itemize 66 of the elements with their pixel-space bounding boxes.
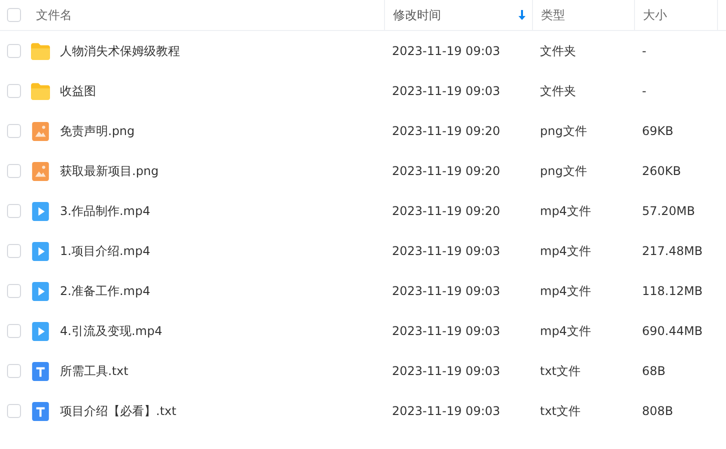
type-cell-text: mp4文件	[539, 322, 591, 340]
date-cell-text: 2023-11-19 09:03	[391, 364, 500, 378]
checkbox[interactable]	[7, 204, 21, 218]
play-icon	[30, 320, 51, 342]
file-name[interactable]: 人物消失术保姆级教程	[60, 42, 180, 60]
type-cell-text: mp4文件	[539, 242, 591, 260]
date-cell-text: 2023-11-19 09:03	[391, 44, 500, 58]
checkbox[interactable]	[7, 324, 21, 338]
size-cell-text: 118.12MB	[641, 284, 703, 298]
type-cell-text: 文件夹	[539, 82, 576, 100]
date-cell-text: 2023-11-19 09:03	[391, 284, 500, 298]
checkbox[interactable]	[7, 8, 21, 22]
file-name[interactable]: 2.准备工作.mp4	[60, 282, 150, 300]
type-cell-text: png文件	[539, 162, 587, 180]
text-file-icon	[30, 360, 51, 382]
size-cell-text: 217.48MB	[641, 244, 703, 258]
checkbox[interactable]	[7, 124, 21, 138]
size-cell-text: 808B	[641, 404, 674, 418]
date-cell-text: 2023-11-19 09:03	[391, 84, 500, 98]
image-icon	[30, 160, 51, 182]
size-cell-text: 68B	[641, 364, 666, 378]
checkbox[interactable]	[7, 364, 21, 378]
sort-arrow-icon[interactable]	[518, 10, 526, 20]
file-name[interactable]: 所需工具.txt	[60, 362, 128, 380]
file-name[interactable]: 3.作品制作.mp4	[60, 202, 150, 220]
file-name[interactable]: 项目介绍【必看】.txt	[60, 402, 176, 420]
date-cell-text: 2023-11-19 09:03	[391, 324, 500, 338]
file-name[interactable]: 收益图	[60, 82, 96, 100]
play-icon	[30, 280, 51, 302]
image-icon	[30, 120, 51, 142]
file-name[interactable]: 4.引流及变现.mp4	[60, 322, 162, 340]
checkbox[interactable]	[7, 44, 21, 58]
date-cell-text: 2023-11-19 09:20	[391, 204, 500, 218]
file-name[interactable]: 获取最新项目.png	[60, 162, 159, 180]
play-icon	[30, 200, 51, 222]
type-cell-text: mp4文件	[539, 202, 591, 220]
column-header[interactable]: 类型	[541, 6, 565, 24]
folder-icon	[30, 40, 51, 62]
column-header[interactable]: 文件名	[36, 6, 72, 24]
size-cell-text: 69KB	[641, 124, 674, 138]
checkbox[interactable]	[7, 404, 21, 418]
type-cell-text: txt文件	[539, 402, 581, 420]
date-cell-text: 2023-11-19 09:03	[391, 244, 500, 258]
checkbox[interactable]	[7, 164, 21, 178]
file-name[interactable]: 1.项目介绍.mp4	[60, 242, 150, 260]
date-cell-text: 2023-11-19 09:20	[391, 124, 500, 138]
type-cell-text: mp4文件	[539, 282, 591, 300]
file-name[interactable]: 免责声明.png	[60, 122, 135, 140]
checkbox[interactable]	[7, 84, 21, 98]
size-cell-text: 260KB	[641, 164, 682, 178]
date-cell-text: 2023-11-19 09:03	[391, 404, 500, 418]
type-cell-text: txt文件	[539, 362, 581, 380]
date-cell-text: 2023-11-19 09:20	[391, 164, 500, 178]
size-cell-text: -	[641, 84, 646, 98]
checkbox[interactable]	[7, 284, 21, 298]
column-header[interactable]: 大小	[643, 6, 667, 24]
type-cell-text: 文件夹	[539, 42, 576, 60]
column-header[interactable]: 修改时间	[393, 6, 441, 24]
size-cell-text: -	[641, 44, 646, 58]
text-file-icon	[30, 400, 51, 422]
size-cell-text: 690.44MB	[641, 324, 703, 338]
type-cell-text: png文件	[539, 122, 587, 140]
size-cell-text: 57.20MB	[641, 204, 695, 218]
checkbox[interactable]	[7, 244, 21, 258]
play-icon	[30, 240, 51, 262]
folder-icon	[30, 80, 51, 102]
